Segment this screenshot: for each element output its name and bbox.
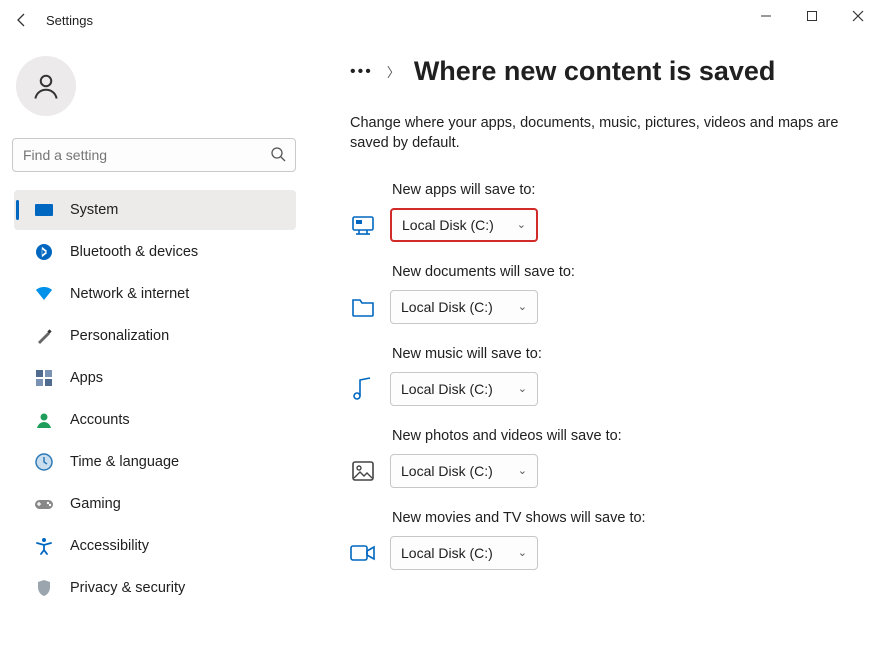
drive-dropdown[interactable]: Local Disk (C:) ⌄ (390, 290, 538, 324)
sidebar-item-label: Time & language (70, 454, 179, 470)
settings-list: New apps will save to: Local Disk (C:) ⌄… (350, 182, 869, 570)
setting-image: New photos and videos will save to: Loca… (350, 428, 869, 488)
setting-video: New movies and TV shows will save to: Lo… (350, 510, 869, 570)
privacy-icon (34, 578, 54, 598)
music-icon (350, 376, 376, 402)
setting-label: New movies and TV shows will save to: (392, 510, 869, 526)
sidebar-item-label: Personalization (70, 328, 169, 344)
folder-icon (350, 294, 376, 320)
sidebar-item-label: System (70, 202, 118, 218)
apps-icon (34, 368, 54, 388)
sidebar-item-label: Accounts (70, 412, 130, 428)
nav-list: System Bluetooth & devices Network & inter… (8, 190, 302, 608)
sidebar-item-personalization[interactable]: Personalization (14, 316, 296, 356)
sidebar-item-privacy[interactable]: Privacy & security (14, 568, 296, 608)
chevron-down-icon: ⌄ (518, 300, 527, 313)
chevron-down-icon: ⌄ (517, 218, 526, 231)
setting-label: New photos and videos will save to: (392, 428, 869, 444)
page-title: Where new content is saved (414, 56, 776, 87)
drive-dropdown[interactable]: Local Disk (C:) ⌄ (390, 454, 538, 488)
search-icon (270, 146, 286, 167)
minimize-button[interactable] (743, 0, 789, 32)
chevron-down-icon: ⌄ (518, 464, 527, 477)
dropdown-value: Local Disk (C:) (401, 381, 493, 397)
accessibility-icon (34, 536, 54, 556)
sidebar-item-accounts[interactable]: Accounts (14, 400, 296, 440)
breadcrumb: ••• 〉 Where new content is saved (350, 56, 869, 87)
user-avatar[interactable] (16, 56, 76, 116)
page-description: Change where your apps, documents, music… (350, 113, 869, 154)
setting-music: New music will save to: Local Disk (C:) … (350, 346, 869, 406)
drive-dropdown[interactable]: Local Disk (C:) ⌄ (390, 208, 538, 242)
dropdown-value: Local Disk (C:) (401, 545, 493, 561)
setting-monitor: New apps will save to: Local Disk (C:) ⌄ (350, 182, 869, 242)
sidebar-item-gaming[interactable]: Gaming (14, 484, 296, 524)
setting-label: New documents will save to: (392, 264, 869, 280)
gaming-icon (34, 494, 54, 514)
sidebar-item-time[interactable]: Time & language (14, 442, 296, 482)
drive-dropdown[interactable]: Local Disk (C:) ⌄ (390, 536, 538, 570)
sidebar-item-system[interactable]: System (14, 190, 296, 230)
maximize-button[interactable] (789, 0, 835, 32)
breadcrumb-more-icon[interactable]: ••• (350, 63, 373, 81)
video-icon (350, 540, 376, 566)
dropdown-value: Local Disk (C:) (401, 463, 493, 479)
title-bar: Settings (0, 0, 889, 40)
chevron-down-icon: ⌄ (518, 546, 527, 559)
setting-label: New music will save to: (392, 346, 869, 362)
sidebar-item-accessibility[interactable]: Accessibility (14, 526, 296, 566)
personalization-icon (34, 326, 54, 346)
image-icon (350, 458, 376, 484)
sidebar-item-bluetooth[interactable]: Bluetooth & devices (14, 232, 296, 272)
setting-folder: New documents will save to: Local Disk (… (350, 264, 869, 324)
sidebar-item-network[interactable]: Network & internet (14, 274, 296, 314)
drive-dropdown[interactable]: Local Disk (C:) ⌄ (390, 372, 538, 406)
accounts-icon (34, 410, 54, 430)
window-title: Settings (46, 13, 93, 28)
sidebar-item-label: Privacy & security (70, 580, 185, 596)
sidebar-item-apps[interactable]: Apps (14, 358, 296, 398)
chevron-down-icon: ⌄ (518, 382, 527, 395)
network-icon (34, 284, 54, 304)
sidebar-item-label: Bluetooth & devices (70, 244, 198, 260)
sidebar-item-label: Gaming (70, 496, 121, 512)
dropdown-value: Local Disk (C:) (402, 217, 494, 233)
sidebar-item-label: Accessibility (70, 538, 149, 554)
dropdown-value: Local Disk (C:) (401, 299, 493, 315)
monitor-icon (350, 212, 376, 238)
sidebar: System Bluetooth & devices Network & inter… (0, 40, 310, 646)
search-box (12, 138, 296, 172)
bluetooth-icon (34, 242, 54, 262)
sidebar-item-label: Network & internet (70, 286, 189, 302)
time-icon (34, 452, 54, 472)
setting-label: New apps will save to: (392, 182, 869, 198)
system-icon (34, 200, 54, 220)
back-button[interactable] (8, 6, 36, 34)
sidebar-item-label: Apps (70, 370, 103, 386)
chevron-right-icon: 〉 (387, 62, 400, 81)
close-button[interactable] (835, 0, 881, 32)
search-input[interactable] (12, 138, 296, 172)
main-content: ••• 〉 Where new content is saved Change … (310, 40, 889, 646)
